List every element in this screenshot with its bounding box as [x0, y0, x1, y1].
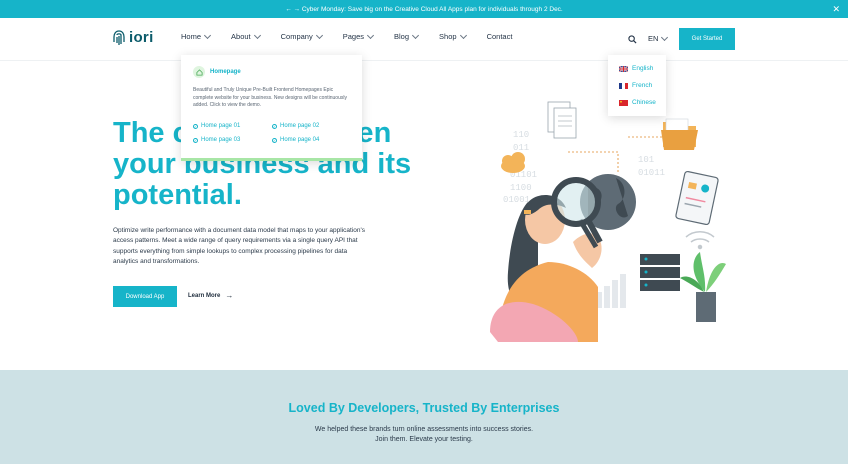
download-app-button[interactable]: Download App [113, 286, 177, 307]
fingerprint-logo-icon [113, 29, 125, 45]
plant-icon [680, 252, 726, 322]
check-circle-icon: ✓ [193, 123, 198, 129]
svg-text:1100: 1100 [510, 183, 532, 193]
wifi-icon [685, 231, 715, 250]
home-page-01-link[interactable]: ✓ Home page 01 [193, 123, 272, 129]
brands-subtitle-line1: We helped these brands turn online asses… [314, 426, 534, 433]
check-circle-icon: ✓ [272, 137, 277, 143]
svg-text:01011: 01011 [638, 168, 665, 178]
chevron-down-icon [253, 31, 261, 39]
homepage-heading: Homepage [193, 66, 241, 78]
language-option-chinese[interactable]: Chinese [619, 99, 656, 106]
nav-shop[interactable]: Shop [439, 31, 467, 41]
home-page-03-link[interactable]: ✓ Home page 03 [193, 137, 272, 143]
language-english-label: English [632, 65, 654, 72]
arrow-right-icon: → [225, 291, 234, 300]
nav-home-label: Home [181, 32, 202, 41]
home-icon [193, 66, 205, 78]
chevron-down-icon [661, 33, 669, 41]
uk-flag-icon [619, 65, 628, 72]
language-selector[interactable]: EN [648, 33, 669, 43]
home-page-02-label: Home page 02 [280, 123, 320, 129]
chevron-down-icon [459, 31, 467, 39]
search-icon[interactable] [628, 35, 637, 44]
tablet-icon [675, 170, 719, 226]
nav-about[interactable]: About [231, 31, 261, 41]
documents-icon [547, 101, 577, 139]
check-circle-icon: ✓ [193, 137, 198, 143]
france-flag-icon [619, 82, 628, 89]
homepage-description: Beautiful and Truly Unique Pre-Built Fro… [193, 87, 347, 108]
bar-chart-decoration-icon [596, 274, 626, 308]
language-code: EN [648, 34, 659, 43]
hero-title-line3: potential. [113, 179, 242, 211]
chevron-down-icon [315, 31, 323, 39]
homepage-links: ✓ Home page 01 ✓ Home page 02 ✓ Home page 0… [193, 123, 353, 143]
nav-pages-label: Pages [342, 32, 365, 41]
nav-contact-label: Contact [486, 32, 513, 41]
homepage-title: Homepage [210, 69, 241, 75]
home-page-03-label: Home page 03 [201, 137, 241, 143]
nav-pages[interactable]: Pages [342, 31, 375, 41]
learn-more-label: Learn More [188, 293, 221, 299]
svg-text:110: 110 [513, 130, 529, 140]
language-option-french[interactable]: French [619, 82, 652, 89]
logo-text: iori [129, 29, 154, 46]
promo-bar: ← → Cyber Monday: Save big on the Creati… [0, 0, 848, 18]
nav-company-label: Company [280, 32, 313, 41]
chevron-down-icon [366, 31, 375, 39]
svg-text:01001: 01001 [503, 195, 530, 205]
brands-subtitle: We helped these brands turn online asses… [0, 425, 848, 444]
svg-text:101: 101 [638, 155, 654, 165]
language-chinese-label: Chinese [632, 99, 656, 106]
language-french-label: French [632, 82, 653, 89]
nav-contact[interactable]: Contact [487, 32, 513, 41]
home-dropdown-menu: Homepage Beautiful and Truly Unique Pre-… [181, 55, 362, 161]
nav-blog-label: Blog [394, 32, 410, 41]
language-option-english[interactable]: English [619, 65, 653, 72]
close-icon[interactable]: ✕ [832, 3, 840, 15]
chevron-down-icon [203, 31, 212, 39]
home-page-02-link[interactable]: ✓ Home page 02 [272, 123, 351, 129]
brands-subtitle-line2: Join them. Elevate your testing. [375, 435, 473, 443]
nav-company[interactable]: Company [280, 31, 323, 41]
hero-title-line1: The c [113, 117, 189, 149]
check-circle-icon: ✓ [272, 123, 277, 129]
language-dropdown-menu: English French Chinese [608, 55, 666, 116]
svg-text:011: 011 [513, 143, 529, 153]
hero-illustration: 110 011 01101 1100 01001 101 01011 [490, 101, 726, 342]
hero-description: Optimize write performance with a docume… [113, 227, 365, 266]
brands-title: Loved By Developers, Trusted By Enterpri… [288, 401, 560, 415]
brands-section: Loved By Developers, Trusted By Enterpri… [0, 370, 848, 464]
china-flag-icon [619, 99, 628, 106]
nav-about-label: About [231, 32, 251, 41]
home-page-04-label: Home page 04 [280, 137, 320, 143]
home-page-01-label: Home page 01 [201, 123, 241, 129]
get-started-button[interactable]: Get Started [679, 28, 735, 50]
main-menu: Home About Company Pages Blog Shop Conta… [181, 31, 533, 41]
cloud-icon [501, 152, 525, 173]
server-icon [640, 254, 680, 291]
home-page-04-link[interactable]: ✓ Home page 04 [272, 137, 351, 143]
top-navigation: iori Home About Company Pages Blog Shop … [0, 18, 848, 61]
learn-more-link[interactable]: Learn More → [188, 292, 233, 300]
chevron-down-icon [411, 31, 420, 39]
nav-blog[interactable]: Blog [394, 31, 420, 41]
promo-text: ← → Cyber Monday: Save big on the Creati… [285, 5, 563, 13]
folder-icon [661, 118, 698, 150]
nav-home[interactable]: Home [181, 31, 212, 41]
logo[interactable]: iori [113, 29, 154, 46]
nav-shop-label: Shop [439, 32, 457, 41]
